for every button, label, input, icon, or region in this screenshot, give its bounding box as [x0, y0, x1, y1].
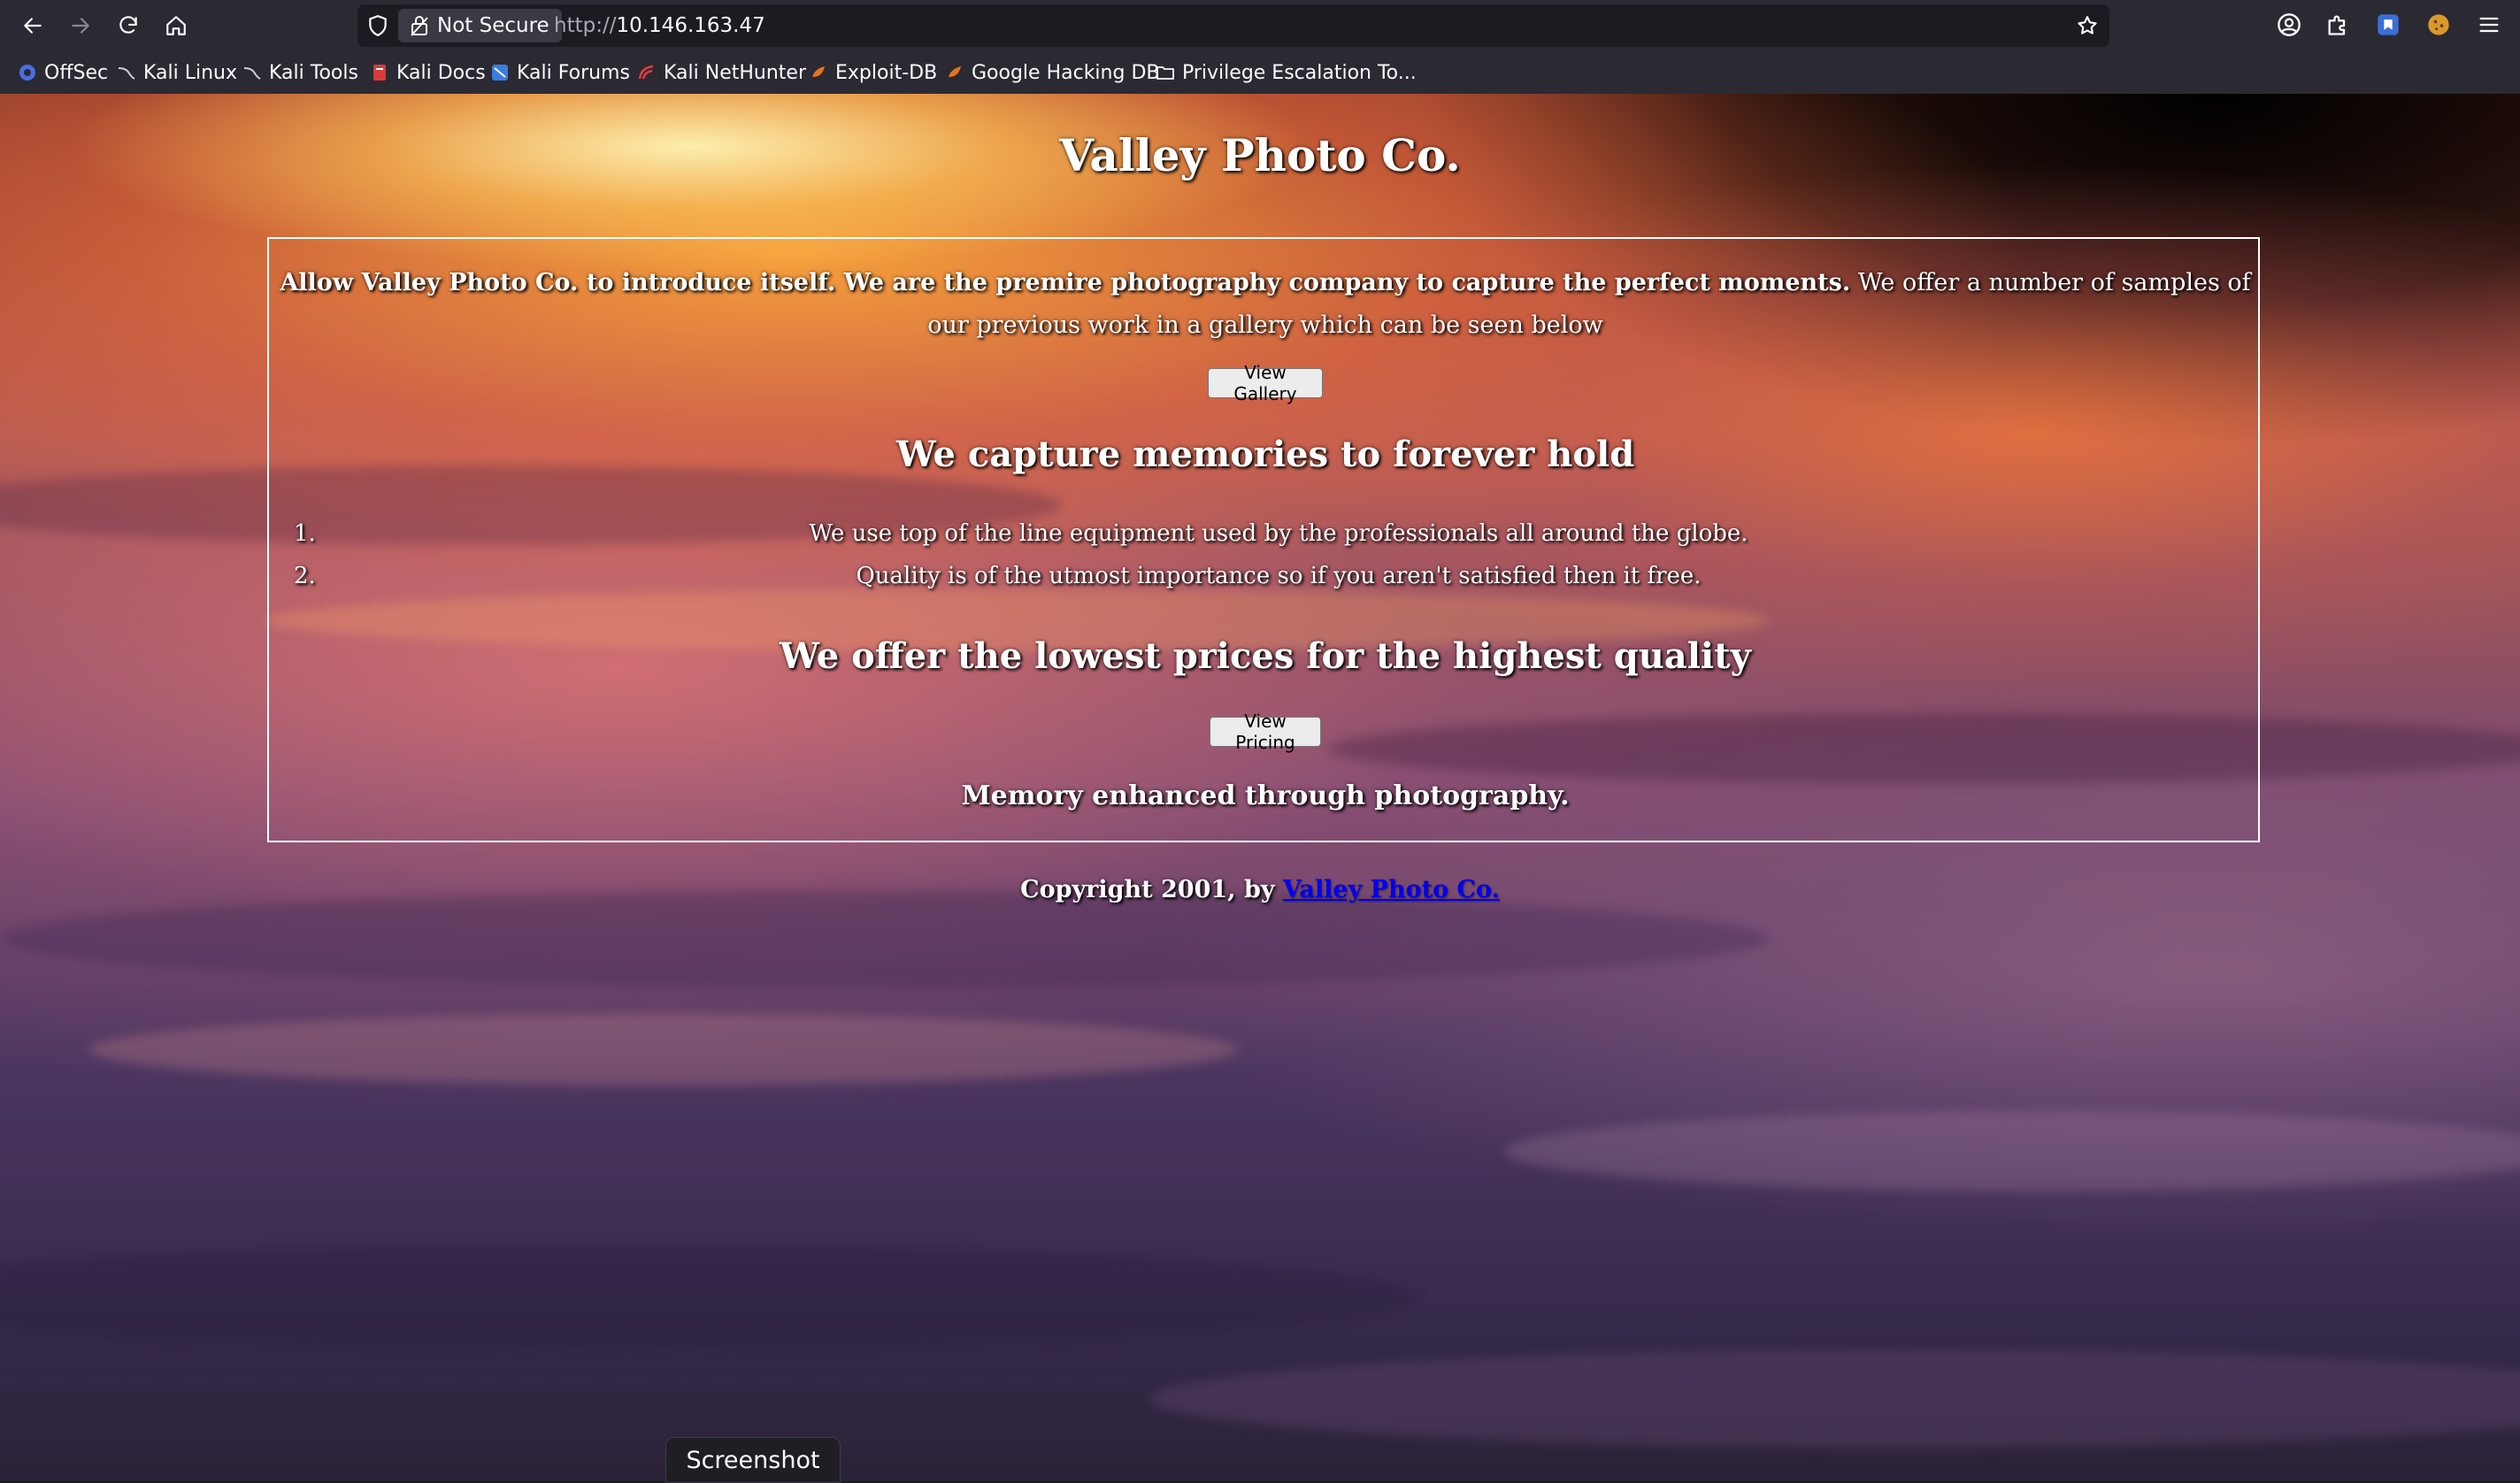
intro-bold-text: Allow Valley Photo Co. to introduce itse…: [280, 269, 1851, 296]
site-title: Valley Photo Co.: [1059, 129, 1461, 181]
cookie-extension-icon[interactable]: [2426, 12, 2451, 37]
view-pricing-button[interactable]: View Pricing: [1210, 711, 1321, 753]
list-text: Quality is of the utmost importance so i…: [856, 563, 1702, 589]
bookmark-label: Exploit-DB: [835, 61, 938, 84]
bookmark-label: Kali Linux: [143, 61, 238, 84]
back-button[interactable]: [15, 8, 50, 43]
list-number: 2.: [294, 563, 316, 589]
bookmark-exploit-db[interactable]: Exploit-DB: [809, 51, 937, 94]
privacy-extension-icon[interactable]: [2376, 12, 2401, 37]
arrow-left-icon: [24, 18, 42, 34]
url-host: 10.146.163.47: [616, 14, 765, 37]
folder-icon: [1156, 66, 1174, 80]
heading-memories: We capture memories to forever hold: [895, 434, 1635, 475]
tagline: Memory enhanced through photography.: [961, 780, 1570, 811]
forward-button[interactable]: [63, 8, 98, 43]
heading-prices: We offer the lowest prices for the highe…: [780, 635, 1751, 677]
url-bar[interactable]: Not Secure http://10.146.163.47: [357, 4, 2109, 47]
page-viewport: Valley Photo Co. Allow Valley Photo Co. …: [0, 94, 2520, 1481]
bookmark-kali-nethunter[interactable]: Kali NetHunter: [637, 51, 806, 94]
intro-paragraph: Allow Valley Photo Co. to introduce itse…: [269, 262, 2262, 347]
insecure-lock-icon: [411, 16, 428, 36]
bookmark-kali-forums[interactable]: Kali Forums: [490, 51, 630, 94]
copyright-footer: Copyright 2001, by Valley Photo Co.: [0, 876, 2520, 903]
bookmark-label: Kali Tools: [269, 61, 358, 84]
bookmark-label: Google Hacking DB: [972, 61, 1160, 84]
copyright-prefix: Copyright 2001, by: [1020, 876, 1283, 903]
bookmark-kali-docs[interactable]: Kali Docs: [370, 51, 486, 94]
list-text: We use top of the line equipment used by…: [809, 520, 1748, 547]
bookmark-google-hacking-db[interactable]: Google Hacking DB: [945, 51, 1159, 94]
bookmark-label: Kali NetHunter: [664, 61, 806, 84]
arrow-right-icon: [72, 18, 89, 34]
url-text[interactable]: http://10.146.163.47: [554, 4, 765, 47]
bookmark-star-icon[interactable]: [2076, 14, 2099, 37]
bookmark-kali-linux[interactable]: Kali Linux: [117, 51, 237, 94]
reload-button[interactable]: [111, 8, 146, 43]
bookmark-label: Privilege Escalation To...: [1182, 61, 1417, 84]
bookmark-label: Kali Docs: [396, 61, 486, 84]
list-number: 1.: [294, 520, 316, 547]
not-secure-badge[interactable]: Not Secure: [398, 9, 562, 42]
view-gallery-button[interactable]: View Gallery: [1208, 362, 1323, 404]
bookmarks-bar: OffSec Kali Linux Kali Tools Kali Docs K…: [0, 51, 2520, 95]
shield-icon[interactable]: [366, 14, 389, 37]
intro-box: Allow Valley Photo Co. to introduce itse…: [267, 237, 2260, 842]
screenshot-button[interactable]: Screenshot: [665, 1437, 841, 1483]
bookmark-folder-privilege-escalation[interactable]: Privilege Escalation To...: [1156, 51, 1417, 94]
account-icon[interactable]: [2277, 12, 2301, 37]
reload-icon: [119, 16, 137, 34]
extensions-icon[interactable]: [2325, 12, 2350, 37]
nethunter-icon: [638, 65, 654, 80]
url-protocol: http://: [554, 14, 617, 37]
menu-icon[interactable]: [2477, 12, 2501, 37]
home-icon: [166, 16, 186, 35]
kali-dragon-icon: [243, 67, 261, 80]
exploit-db-icon: [812, 66, 825, 77]
ghdb-icon: [949, 66, 961, 77]
kali-forums-icon: [492, 65, 508, 81]
kali-dragon-icon: [118, 67, 135, 80]
not-secure-label: Not Secure: [437, 14, 549, 37]
list-item: 2. Quality is of the utmost importance s…: [269, 563, 2262, 589]
bookmark-label: Kali Forums: [517, 61, 630, 84]
bookmark-offsec[interactable]: OffSec: [18, 51, 108, 94]
home-button[interactable]: [158, 8, 194, 43]
kali-docs-icon: [373, 65, 386, 81]
copyright-link[interactable]: Valley Photo Co.: [1283, 876, 1500, 903]
list-item: 1. We use top of the line equipment used…: [269, 520, 2262, 547]
bookmark-label: OffSec: [44, 61, 109, 84]
bookmark-kali-tools[interactable]: Kali Tools: [242, 51, 358, 94]
offsec-icon: [19, 65, 35, 81]
browser-toolbar: Not Secure http://10.146.163.47: [0, 0, 2520, 51]
